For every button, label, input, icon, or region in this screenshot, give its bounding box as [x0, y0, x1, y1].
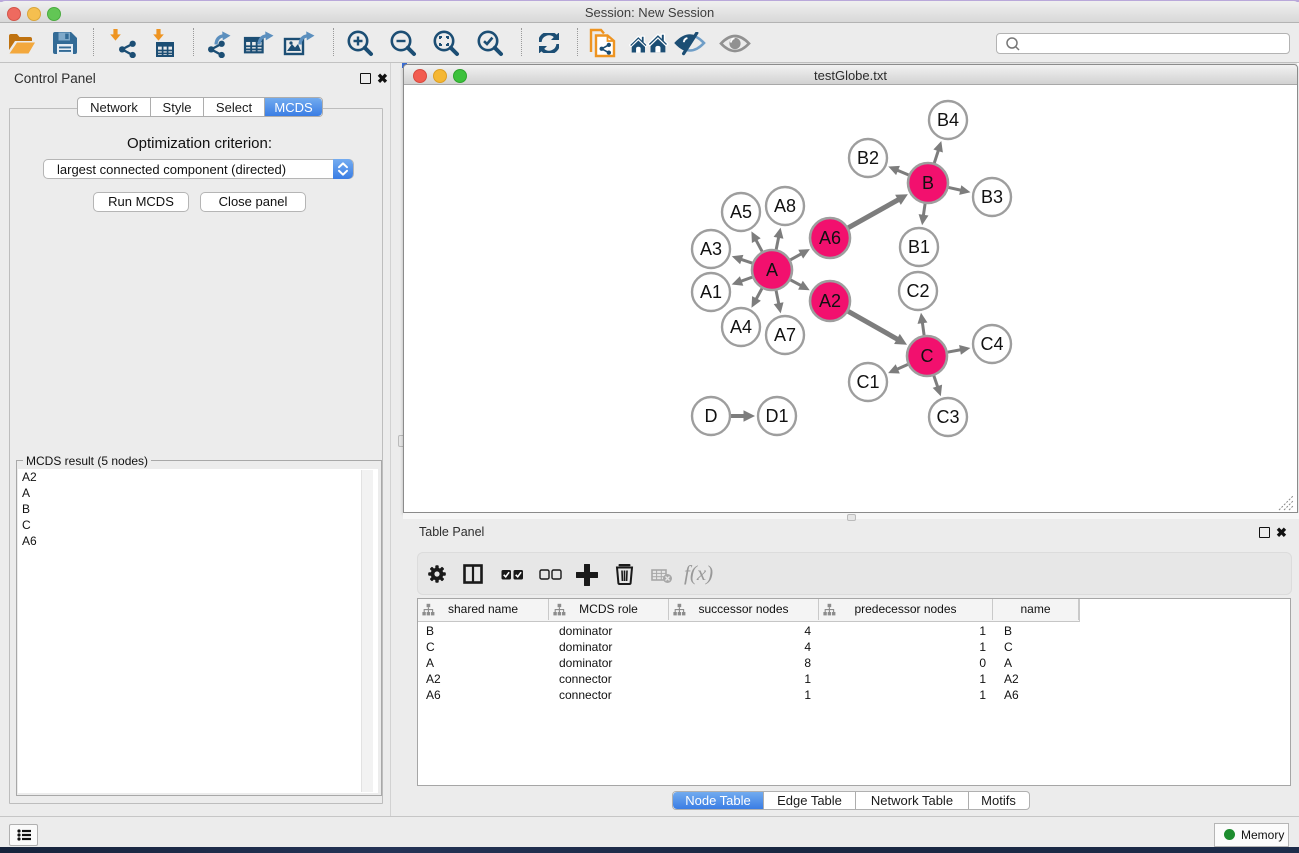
- svg-text:B1: B1: [908, 237, 930, 257]
- svg-text:A5: A5: [730, 202, 752, 222]
- svg-text:A2: A2: [819, 291, 841, 311]
- svg-text:B3: B3: [981, 187, 1003, 207]
- svg-text:C: C: [921, 346, 934, 366]
- svg-text:C3: C3: [936, 407, 959, 427]
- svg-text:D: D: [705, 406, 718, 426]
- svg-text:B2: B2: [857, 148, 879, 168]
- svg-text:A4: A4: [730, 317, 752, 337]
- svg-text:B: B: [922, 173, 934, 193]
- svg-text:B4: B4: [937, 110, 959, 130]
- svg-text:A: A: [766, 260, 778, 280]
- svg-text:C4: C4: [980, 334, 1003, 354]
- svg-text:C1: C1: [856, 372, 879, 392]
- svg-text:A8: A8: [774, 196, 796, 216]
- svg-text:A1: A1: [700, 282, 722, 302]
- svg-text:A6: A6: [819, 228, 841, 248]
- svg-text:C2: C2: [906, 281, 929, 301]
- svg-text:A3: A3: [700, 239, 722, 259]
- svg-text:D1: D1: [765, 406, 788, 426]
- svg-text:A7: A7: [774, 325, 796, 345]
